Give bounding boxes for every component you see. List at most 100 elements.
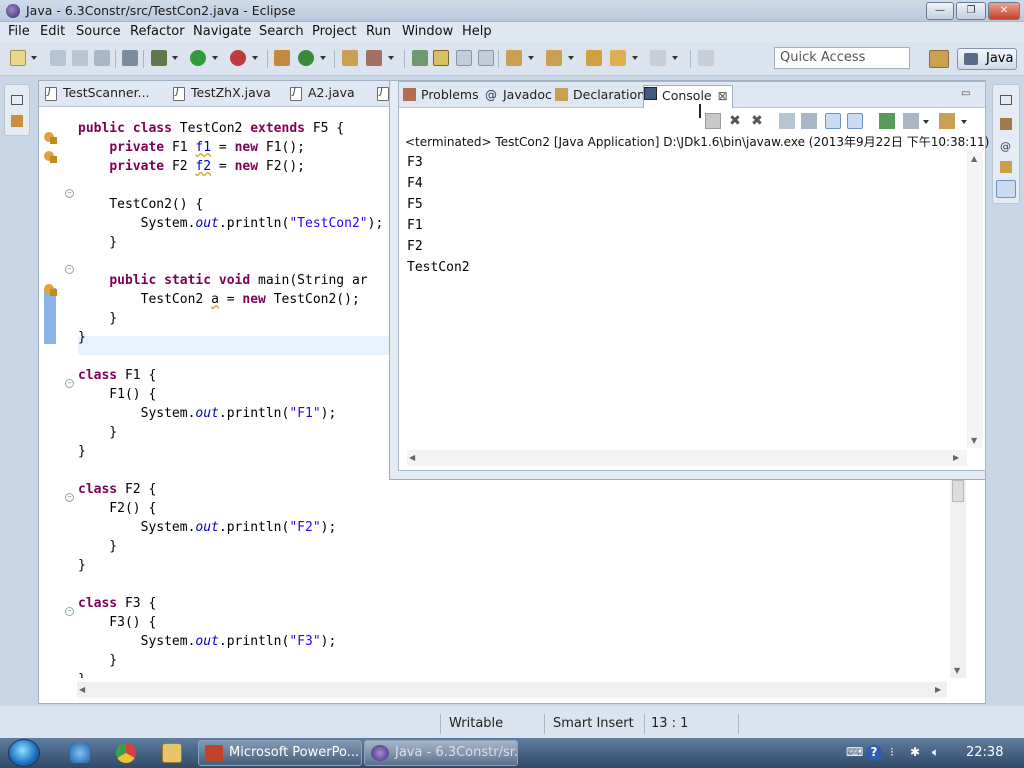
- taskbar-eclipse[interactable]: Java - 6.3Constr/sr...: [364, 740, 518, 766]
- menu-refactor[interactable]: Refactor: [130, 24, 185, 39]
- tray-expand-icon[interactable]: ✱: [910, 745, 920, 759]
- package-explorer-icon[interactable]: [11, 115, 23, 127]
- fold-toggle-icon[interactable]: –: [65, 189, 74, 198]
- internet-explorer-icon[interactable]: [70, 743, 90, 763]
- scroll-right-icon[interactable]: ▶: [953, 453, 959, 462]
- fold-toggle-icon[interactable]: –: [65, 493, 74, 502]
- new-java-project-icon[interactable]: [274, 50, 290, 66]
- previous-annotation-icon[interactable]: [546, 50, 562, 66]
- close-tab-icon[interactable]: ⊠: [718, 89, 728, 103]
- new-icon[interactable]: [10, 50, 26, 66]
- menu-edit[interactable]: Edit: [40, 24, 65, 39]
- java-perspective-button[interactable]: Java: [957, 48, 1017, 70]
- external-tools-icon[interactable]: [230, 50, 246, 66]
- menu-project[interactable]: Project: [312, 24, 356, 39]
- keyboard-icon[interactable]: ⌨: [846, 745, 863, 759]
- editor-horizontal-scrollbar[interactable]: ◀ ▶: [77, 682, 947, 698]
- search-icon[interactable]: [366, 50, 382, 66]
- quick-access-input[interactable]: Quick Access: [774, 47, 910, 69]
- minimize-view-icon[interactable]: ▭: [961, 88, 975, 100]
- tab-problems[interactable]: Problems: [403, 87, 479, 105]
- editor-ruler[interactable]: – – – – –: [39, 108, 75, 678]
- warning-marker-icon[interactable]: [44, 132, 58, 144]
- close-button[interactable]: ✕: [988, 2, 1020, 20]
- external-tools-dropdown-icon[interactable]: [252, 56, 258, 60]
- explorer-folder-icon[interactable]: [162, 743, 182, 763]
- fold-toggle-icon[interactable]: –: [65, 607, 74, 616]
- warning-marker-icon[interactable]: [44, 284, 58, 296]
- forward-dropdown-icon[interactable]: [672, 56, 678, 60]
- open-type-icon[interactable]: [342, 50, 358, 66]
- remove-launch-icon[interactable]: ✖: [727, 113, 743, 129]
- scroll-left-icon[interactable]: ◀: [79, 685, 85, 694]
- show-whitespace-icon[interactable]: [478, 50, 494, 66]
- maximize-button[interactable]: ❐: [956, 2, 986, 20]
- editor-tab-testscanner[interactable]: TestScanner...: [45, 85, 150, 105]
- editor-tab-testzhx[interactable]: TestZhX.java: [173, 85, 271, 105]
- display-console-dropdown-icon[interactable]: [923, 120, 929, 124]
- fold-toggle-icon[interactable]: –: [65, 265, 74, 274]
- scroll-left-icon[interactable]: ◀: [409, 453, 415, 462]
- pin-console-icon[interactable]: [879, 113, 895, 129]
- taskbar-powerpoint[interactable]: Microsoft PowerPo...: [198, 740, 362, 766]
- console-trim-icon[interactable]: [996, 180, 1016, 198]
- previous-annotation-dropdown-icon[interactable]: [568, 56, 574, 60]
- volume-icon[interactable]: 🔈︎: [932, 745, 939, 760]
- scroll-down-icon[interactable]: ▼: [971, 436, 977, 445]
- editor-scroll-thumb[interactable]: [952, 480, 964, 502]
- menu-file[interactable]: File: [8, 24, 30, 39]
- help-icon[interactable]: ?: [866, 745, 882, 761]
- start-button[interactable]: [8, 739, 40, 767]
- save-all-icon[interactable]: [72, 50, 88, 66]
- open-console-icon[interactable]: [939, 113, 955, 129]
- scroll-right-icon[interactable]: ▶: [935, 685, 941, 694]
- fold-toggle-icon[interactable]: –: [65, 379, 74, 388]
- debug-dropdown-icon[interactable]: [172, 56, 178, 60]
- tab-javadoc[interactable]: @ Javadoc: [485, 87, 552, 105]
- remove-all-launches-icon[interactable]: ✖: [749, 113, 765, 129]
- tab-declaration[interactable]: Declaration: [555, 87, 645, 105]
- display-selected-console-icon[interactable]: [903, 113, 919, 129]
- scroll-lock-icon[interactable]: [801, 113, 817, 129]
- editor-vertical-scrollbar[interactable]: ▼: [950, 478, 966, 678]
- tab-console[interactable]: Console ⊠: [643, 85, 733, 108]
- menu-window[interactable]: Window: [402, 24, 453, 39]
- menu-navigate[interactable]: Navigate: [193, 24, 251, 39]
- next-annotation-icon[interactable]: [506, 50, 522, 66]
- editor-tab-overflow[interactable]: [377, 85, 389, 105]
- clear-console-icon[interactable]: [779, 113, 795, 129]
- console-horizontal-scrollbar[interactable]: ◀ ▶: [407, 450, 967, 466]
- chrome-icon[interactable]: [116, 743, 136, 763]
- save-icon[interactable]: [50, 50, 66, 66]
- scroll-up-icon[interactable]: ▲: [971, 154, 977, 163]
- new-dropdown-icon[interactable]: [31, 56, 37, 60]
- restore-icon[interactable]: [11, 95, 23, 105]
- warning-marker-icon[interactable]: [44, 151, 58, 163]
- pin-editor-icon[interactable]: [698, 50, 714, 66]
- menu-source[interactable]: Source: [76, 24, 121, 39]
- menu-run[interactable]: Run: [366, 24, 391, 39]
- system-clock[interactable]: 22:38: [966, 745, 1003, 760]
- new-class-icon[interactable]: [298, 50, 314, 66]
- debug-icon[interactable]: [151, 50, 167, 66]
- skip-breakpoints-icon[interactable]: [122, 50, 138, 66]
- editor-tab-a2[interactable]: A2.java: [290, 85, 355, 105]
- show-console-on-stderr-icon[interactable]: [847, 113, 863, 129]
- toggle-annotation-icon[interactable]: [412, 50, 428, 66]
- run-dropdown-icon[interactable]: [212, 56, 218, 60]
- block-selection-icon[interactable]: [456, 50, 472, 66]
- console-vertical-scrollbar[interactable]: ▲ ▼: [967, 152, 983, 448]
- print-icon[interactable]: [94, 50, 110, 66]
- search-dropdown-icon[interactable]: [388, 56, 394, 60]
- scroll-down-icon[interactable]: ▼: [954, 666, 960, 675]
- run-icon[interactable]: [190, 50, 206, 66]
- menu-help[interactable]: Help: [462, 24, 492, 39]
- declaration-trim-icon[interactable]: [1000, 161, 1012, 173]
- last-edit-location-icon[interactable]: [586, 50, 602, 66]
- next-annotation-dropdown-icon[interactable]: [528, 56, 534, 60]
- network-icon[interactable]: ⁝: [890, 745, 894, 759]
- forward-icon[interactable]: [650, 50, 666, 66]
- problems-trim-icon[interactable]: [1000, 118, 1012, 130]
- open-perspective-icon[interactable]: [929, 50, 949, 68]
- back-icon[interactable]: [610, 50, 626, 66]
